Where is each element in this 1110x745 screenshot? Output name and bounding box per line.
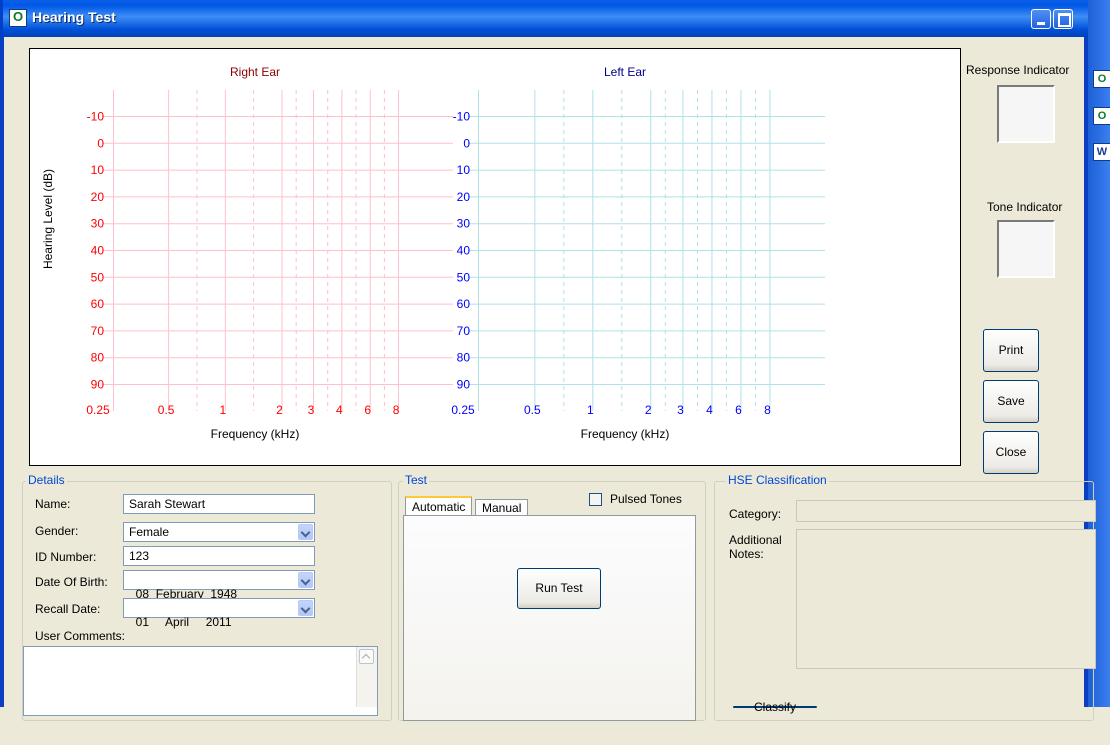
y-tick-label: 10 <box>457 163 471 177</box>
dob-picker[interactable]: 08 February 1948 <box>123 570 315 601</box>
user-comments-label: User Comments: <box>35 629 126 643</box>
classify-label: Classify <box>753 700 796 714</box>
category-label: Category: <box>729 507 782 521</box>
hse-group-title: HSE Classification <box>726 473 829 487</box>
x-tick-label: 2 <box>276 403 283 417</box>
y-tick-label: 70 <box>457 324 471 338</box>
y-tick-label: 80 <box>457 351 471 365</box>
y-tick-label: 60 <box>91 297 105 311</box>
y-tick-label: -10 <box>87 110 105 124</box>
y-tick-label: 90 <box>91 378 105 392</box>
recall-date-value: 01 April 2011 <box>135 615 232 629</box>
x-tick-label: 8 <box>764 403 771 417</box>
chevron-down-icon[interactable] <box>298 572 313 588</box>
tab-manual[interactable]: Manual <box>475 499 529 516</box>
window-title: Hearing Test <box>32 9 116 25</box>
chart-title: Left Ear <box>604 65 646 79</box>
x-tick-label: 0.5 <box>524 403 541 417</box>
save-button[interactable]: Save <box>983 380 1039 423</box>
audiogram-canvas: Right Ear-1001020304050607080900.25 0.5 1 2… <box>41 65 825 441</box>
y-tick-label: 70 <box>91 324 105 338</box>
x-axis-label: Frequency (kHz) <box>581 427 670 441</box>
x-tick-label: 0.5 <box>158 403 175 417</box>
close-button[interactable]: Close <box>983 431 1039 474</box>
user-comments-textarea[interactable] <box>23 646 378 716</box>
minimize-button[interactable] <box>1031 9 1051 29</box>
x-tick-label: 8 <box>393 403 400 417</box>
tone-indicator-label: Tone Indicator <box>987 200 1063 214</box>
y-tick-label: 0 <box>97 136 104 150</box>
minimize-icon <box>1037 22 1045 25</box>
maximize-icon <box>1058 13 1071 27</box>
pulsed-tones-label: Pulsed Tones <box>610 492 682 506</box>
response-indicator <box>997 85 1055 143</box>
recall-date-picker[interactable]: 01 April 2011 <box>123 598 315 629</box>
y-tick-label: 60 <box>457 297 471 311</box>
id-number-label: ID Number: <box>35 550 97 564</box>
word-icon[interactable]: W <box>1093 143 1110 161</box>
x-tick-label: 3 <box>308 403 315 417</box>
y-tick-label: 40 <box>457 244 471 258</box>
name-label: Name: <box>35 497 71 511</box>
x-tick-label: 0.25 <box>451 403 475 417</box>
test-group-title: Test <box>403 473 430 487</box>
x-tick-label: 2 <box>645 403 652 417</box>
classify-button[interactable]: Classify <box>733 700 817 714</box>
name-field[interactable]: Sarah Stewart <box>123 494 315 514</box>
maximize-button[interactable] <box>1053 9 1073 29</box>
additional-notes-field <box>796 529 1096 669</box>
tone-indicator <box>997 220 1055 278</box>
x-tick-label: 6 <box>735 403 742 417</box>
y-tick-label: 30 <box>457 217 471 231</box>
dob-label: Date Of Birth: <box>35 575 108 589</box>
chart-title: Right Ear <box>230 65 280 79</box>
response-indicator-label: Response Indicator <box>966 63 1070 77</box>
chevron-down-icon[interactable] <box>298 524 313 540</box>
x-axis-label: Frequency (kHz) <box>211 427 300 441</box>
comments-scrollbar[interactable] <box>356 647 377 707</box>
y-tick-label: 90 <box>457 378 471 392</box>
window-border-left <box>0 37 4 707</box>
app-icon: O <box>9 9 27 27</box>
run-test-button[interactable]: Run Test <box>517 568 601 609</box>
details-group-title: Details <box>26 473 67 487</box>
x-tick-label: 6 <box>364 403 371 417</box>
y-tick-label: 30 <box>91 217 105 231</box>
x-tick-label: 1 <box>219 403 226 417</box>
y-tick-label: 50 <box>91 270 105 284</box>
category-field <box>796 500 1096 522</box>
automatic-tab-panel <box>403 515 696 721</box>
y-tick-label: 20 <box>91 190 105 204</box>
gender-value: Female <box>129 525 170 539</box>
x-tick-label: 3 <box>677 403 684 417</box>
x-tick-label: 4 <box>336 403 343 417</box>
background-app-icon[interactable]: O <box>1093 107 1110 125</box>
y-axis-label: Hearing Level (dB) <box>41 169 55 269</box>
title-bar[interactable] <box>0 0 1089 37</box>
chevron-down-icon[interactable] <box>298 600 313 616</box>
y-tick-label: 10 <box>91 163 105 177</box>
y-tick-label: 0 <box>463 136 470 150</box>
background-app-icon[interactable]: O <box>1093 70 1110 88</box>
recall-date-label: Recall Date: <box>35 602 101 616</box>
gender-select[interactable]: Female <box>123 522 315 542</box>
x-tick-label: 0.25 <box>86 403 110 417</box>
gender-label: Gender: <box>35 524 79 538</box>
audiogram-panel: Right Ear -10 0 10 20 30 40 50 60 70 80 90 0.25 0.5 1 2… <box>29 48 961 466</box>
print-button[interactable]: Print <box>983 329 1039 372</box>
y-tick-label: 20 <box>457 190 471 204</box>
y-tick-label: 80 <box>91 351 105 365</box>
x-tick-label: 4 <box>706 403 713 417</box>
x-tick-label: 1 <box>587 403 594 417</box>
y-tick-label: 50 <box>457 270 471 284</box>
chevron-up-icon <box>361 653 371 663</box>
y-tick-label: 40 <box>91 244 105 258</box>
y-tick-label: -10 <box>453 110 471 124</box>
pulsed-tones-checkbox[interactable] <box>589 493 602 506</box>
tab-automatic[interactable]: Automatic <box>405 496 473 516</box>
additional-notes-label: Additional Notes: <box>729 533 782 561</box>
id-number-field[interactable]: 123 <box>123 546 315 566</box>
scroll-up-button[interactable] <box>359 649 374 664</box>
